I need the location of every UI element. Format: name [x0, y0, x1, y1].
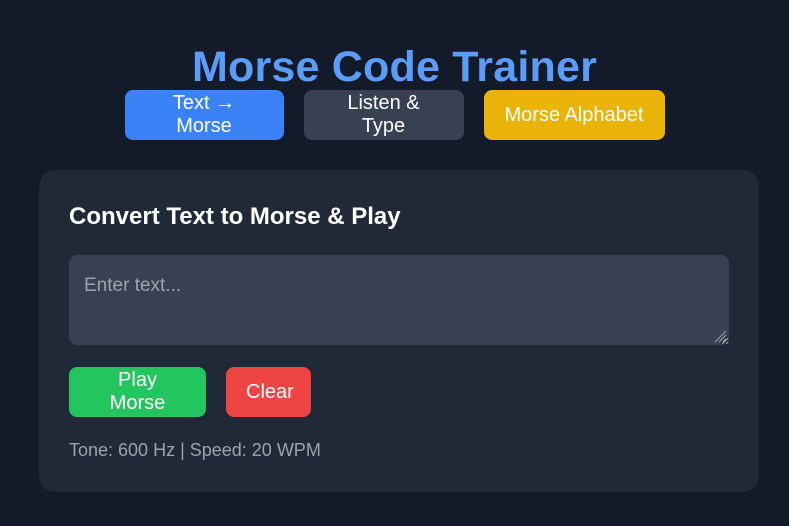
tab-text-to-morse[interactable]: Text → Morse	[124, 90, 284, 140]
play-morse-button[interactable]: Play Morse	[69, 367, 206, 417]
text-input[interactable]	[69, 255, 729, 345]
status-text: Tone: 600 Hz | Speed: 20 WPM	[69, 440, 321, 460]
panel-title: Convert Text to Morse & Play	[69, 203, 401, 230]
mode-tabs: Text → Morse Listen & Type Morse Alphabe…	[0, 90, 789, 140]
tab-morse-alphabet[interactable]: Morse Alphabet	[483, 90, 665, 140]
tab-listen-and-type[interactable]: Listen & Type	[303, 90, 464, 140]
clear-button[interactable]: Clear	[226, 367, 311, 417]
page-title: Morse Code Trainer	[191, 42, 598, 91]
converter-panel: Convert Text to Morse & Play Play Morse …	[39, 170, 759, 492]
action-buttons: Play Morse Clear	[69, 367, 311, 417]
resize-grip-icon[interactable]	[711, 327, 727, 343]
